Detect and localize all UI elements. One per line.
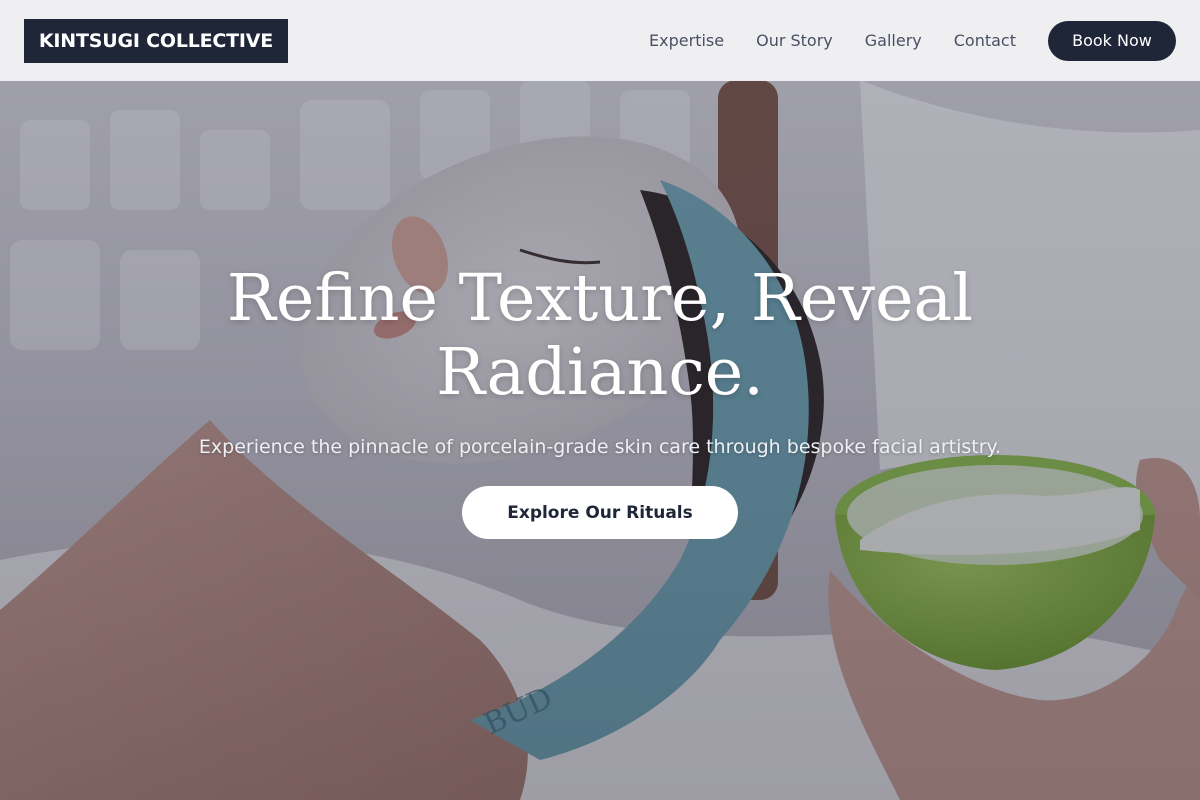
hero-subtitle: Experience the pinnacle of porcelain-gra… <box>198 436 1002 458</box>
brand-logo[interactable]: KINTSUGI COLLECTIVE <box>24 18 288 63</box>
site-header: KINTSUGI COLLECTIVE Expertise Our Story … <box>0 0 1200 81</box>
nav-link-contact[interactable]: Contact <box>954 31 1016 50</box>
explore-rituals-button[interactable]: Explore Our Rituals <box>462 486 738 539</box>
nav-link-gallery[interactable]: Gallery <box>865 31 922 50</box>
nav-link-our-story[interactable]: Our Story <box>756 31 833 50</box>
hero-section: Refine Texture, Reveal Radiance. Experie… <box>0 262 1200 539</box>
hero-title: Refine Texture, Reveal Radiance. <box>226 261 974 410</box>
nav-link-expertise[interactable]: Expertise <box>649 31 724 50</box>
book-now-button[interactable]: Book Now <box>1048 20 1176 61</box>
main-nav: Expertise Our Story Gallery Contact Book… <box>649 20 1176 61</box>
